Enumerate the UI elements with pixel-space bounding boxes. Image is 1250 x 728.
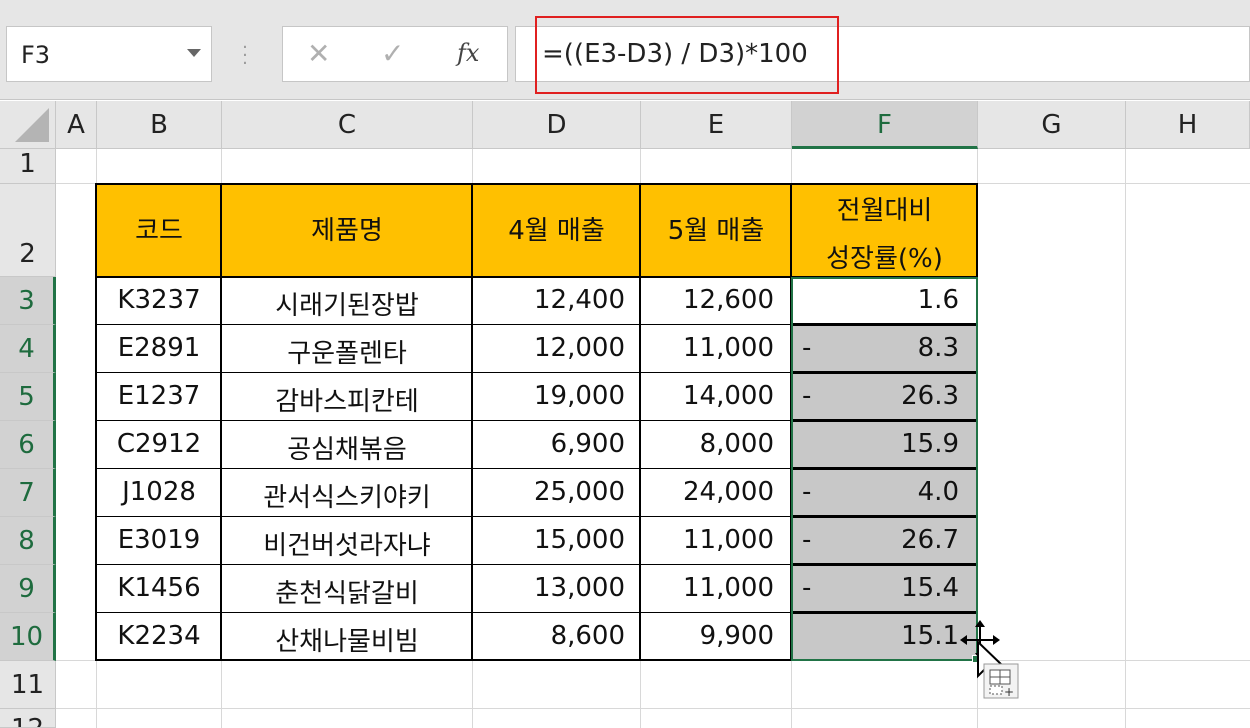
cell-may-sales[interactable]: 11,000 (641, 573, 774, 603)
row-header-11[interactable]: 11 (0, 661, 56, 709)
table-border (95, 612, 792, 613)
selection-range[interactable] (791, 277, 978, 661)
cell-product[interactable]: 비건버섯라자냐 (222, 525, 472, 562)
header-may-sales: 5월 매출 (667, 216, 765, 246)
cell-product[interactable]: 구운폴렌타 (222, 333, 472, 370)
row-header-7[interactable]: 7 (0, 469, 56, 517)
table-border (95, 659, 792, 661)
header-growth-line1: 전월대비 (836, 196, 933, 226)
cell-product[interactable]: 시래기된장밥 (222, 285, 472, 322)
cell-code[interactable]: E2891 (97, 333, 221, 363)
formula-highlight-box (535, 16, 839, 94)
select-all-corner[interactable] (0, 101, 56, 149)
enter-icon[interactable]: ✓ (381, 37, 404, 70)
cell-code[interactable]: C2912 (97, 429, 221, 459)
cell-may-sales[interactable]: 8,000 (641, 429, 774, 459)
cell-product[interactable]: 산채나물비빔 (222, 621, 472, 658)
table-border (95, 468, 792, 469)
grip-icon[interactable]: · · · (240, 39, 250, 73)
row-header-12[interactable]: 12 (0, 709, 56, 728)
cell-may-sales[interactable]: 11,000 (641, 333, 774, 363)
table-border (95, 372, 792, 373)
table-border (95, 516, 792, 517)
auto-fill-options-icon[interactable]: + (982, 662, 1020, 700)
cell-code[interactable]: J1028 (97, 477, 221, 507)
column-header-c[interactable]: C (222, 101, 473, 149)
cell-code[interactable]: K3237 (97, 285, 221, 315)
cell-product[interactable]: 춘천식닭갈비 (222, 573, 472, 610)
cell-code[interactable]: K1456 (97, 573, 221, 603)
cell-may-sales[interactable]: 11,000 (641, 525, 774, 555)
table-border (976, 183, 978, 277)
grid-line (56, 708, 1250, 709)
cell-april-sales[interactable]: 13,000 (473, 573, 625, 603)
header-code: 코드 (135, 216, 183, 246)
cell-april-sales[interactable]: 12,000 (473, 333, 625, 363)
cell-may-sales[interactable]: 12,600 (641, 285, 774, 315)
cell-may-sales[interactable]: 14,000 (641, 381, 774, 411)
name-box[interactable]: F3 (6, 26, 212, 82)
cell-april-sales[interactable]: 12,400 (473, 285, 625, 315)
cell-product[interactable]: 관서식스키야키 (222, 477, 472, 514)
row-header-1[interactable]: 1 (0, 149, 56, 184)
row-header-3[interactable]: 3 (0, 277, 56, 325)
table-border (95, 183, 97, 661)
cell-may-sales[interactable]: 24,000 (641, 477, 774, 507)
cell-product[interactable]: 공심채볶음 (222, 429, 472, 466)
column-header-a[interactable]: A (56, 101, 97, 149)
cell-april-sales[interactable]: 8,600 (473, 621, 625, 651)
column-header-h[interactable]: H (1126, 101, 1250, 149)
table-border (220, 183, 222, 661)
row-header-9[interactable]: 9 (0, 565, 56, 613)
formula-buttons: ✕ ✓ fx (282, 26, 508, 82)
name-box-value: F3 (21, 41, 51, 69)
header-product: 제품명 (311, 216, 383, 246)
header-growth-line2: 성장률(%) (826, 244, 943, 274)
row-header-4[interactable]: 4 (0, 325, 56, 373)
svg-text:+: + (1004, 685, 1014, 699)
row-header-8[interactable]: 8 (0, 517, 56, 565)
cell-april-sales[interactable]: 6,900 (473, 429, 625, 459)
column-header-b[interactable]: B (97, 101, 222, 149)
cell-april-sales[interactable]: 25,000 (473, 477, 625, 507)
table-border (471, 183, 473, 661)
column-header-f[interactable]: F (792, 101, 978, 149)
cell-product[interactable]: 감바스피칸테 (222, 381, 472, 418)
cell-code[interactable]: E3019 (97, 525, 221, 555)
row-header-5[interactable]: 5 (0, 373, 56, 421)
column-header-e[interactable]: E (641, 101, 792, 149)
header-april-sales: 4월 매출 (508, 216, 605, 246)
cell-april-sales[interactable]: 19,000 (473, 381, 625, 411)
row-header-2[interactable]: 2 (0, 184, 56, 277)
cancel-icon[interactable]: ✕ (307, 37, 330, 70)
table-border (95, 420, 792, 421)
table-border (639, 183, 641, 661)
table-border (95, 183, 978, 185)
column-header-d[interactable]: D (473, 101, 641, 149)
table-border (95, 324, 792, 325)
row-header-6[interactable]: 6 (0, 421, 56, 469)
cell-code[interactable]: K2234 (97, 621, 221, 651)
column-header-g[interactable]: G (978, 101, 1126, 149)
chevron-down-icon[interactable] (187, 49, 201, 57)
table-border (95, 564, 792, 565)
cell-april-sales[interactable]: 15,000 (473, 525, 625, 555)
row-header-10[interactable]: 10 (0, 613, 56, 661)
grid-line (1125, 149, 1126, 728)
insert-function-icon[interactable]: fx (457, 39, 479, 67)
cell-may-sales[interactable]: 9,900 (641, 621, 774, 651)
cell-code[interactable]: E1237 (97, 381, 221, 411)
